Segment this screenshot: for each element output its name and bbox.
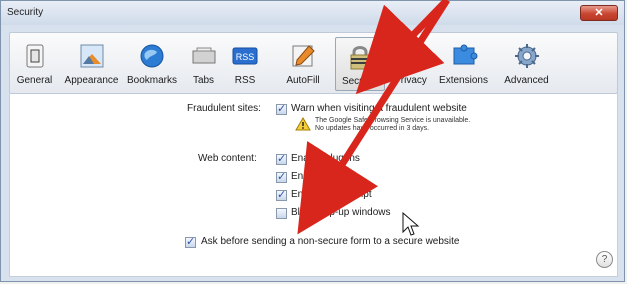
rss-icon: RSS: [232, 47, 258, 65]
block-popup-windows-checkbox[interactable]: [276, 208, 287, 219]
enable-javascript-label: Enable JavaScript: [291, 189, 372, 200]
toolbar-item-general[interactable]: General: [13, 37, 56, 91]
privacy-person-icon: [402, 45, 419, 66]
toolbar-item-autofill[interactable]: AutoFill: [278, 37, 328, 91]
ask-before-sending-checkbox[interactable]: [185, 235, 196, 248]
fraudulent-sites-label: Fraudulent sites:: [187, 103, 261, 114]
enable-java-checkbox[interactable]: [276, 170, 287, 183]
toolbar-item-rss[interactable]: RSS RSS: [228, 37, 262, 91]
gear-icon: [514, 44, 539, 68]
general-switch-icon: [26, 44, 43, 68]
enable-plugins-checkbox[interactable]: [276, 152, 287, 165]
toolbar-item-appearance[interactable]: Appearance: [63, 37, 120, 91]
rss-badge-text: RSS: [236, 52, 255, 62]
block-popup-windows-label: Block pop-up windows: [291, 207, 391, 218]
enable-plugins-label: Enable plug-ins: [291, 153, 360, 164]
toolbar-label-appearance: Appearance: [64, 75, 119, 86]
toolbar-label-tabs: Tabs: [192, 75, 215, 86]
fraudulent-website-checkbox[interactable]: [276, 102, 287, 115]
warning-icon: [295, 117, 311, 131]
toolbar-label-autofill: AutoFill: [286, 75, 320, 86]
toolbar-item-tabs[interactable]: Tabs: [186, 37, 221, 91]
toolbar-label-extensions: Extensions: [439, 75, 488, 86]
security-preferences-window: Security ✕ General Appearance Bookmarks …: [0, 0, 625, 282]
extensions-puzzle-icon: [453, 44, 477, 65]
appearance-icon: [80, 44, 103, 68]
enable-javascript-checkbox[interactable]: [276, 188, 287, 201]
toolbar-item-security[interactable]: Security: [335, 37, 385, 91]
toolbar-label-general: General: [16, 75, 53, 86]
toolbar-label-rss: RSS: [234, 75, 256, 86]
ask-before-sending-label: Ask before sending a non-secure form to …: [201, 236, 460, 247]
toolbar-label-bookmarks: Bookmarks: [127, 75, 178, 86]
security-pane: Fraudulent sites: Warn when visiting a f…: [9, 94, 618, 277]
toolbar-label-security: Security: [341, 76, 379, 87]
safe-browsing-warning-line-2: No updates have occurred in 3 days.: [315, 125, 430, 132]
window-title: Security: [7, 7, 44, 18]
lock-icon: [350, 46, 370, 70]
globe-icon: [140, 44, 164, 68]
toolbar-item-privacy[interactable]: Privacy: [389, 37, 432, 91]
toolbar-item-bookmarks[interactable]: Bookmarks: [127, 37, 177, 91]
fraudulent-website-option-label: Warn when visiting a fraudulent website: [291, 103, 467, 114]
mouse-pointer-icon: [402, 212, 420, 236]
autofill-pencil-icon: [292, 45, 315, 67]
close-button[interactable]: ✕: [580, 5, 618, 21]
help-button[interactable]: ?: [596, 251, 613, 268]
toolbar-label-privacy: Privacy: [394, 75, 427, 86]
close-icon: ✕: [594, 7, 604, 19]
safe-browsing-warning-line-1: The Google Safe Browsing Service is unav…: [315, 117, 471, 124]
title-bar: Security ✕: [1, 1, 624, 25]
toolbar-item-advanced[interactable]: Advanced: [499, 37, 554, 91]
enable-java-label: Enable Java: [291, 171, 347, 182]
toolbar-item-extensions[interactable]: Extensions: [435, 37, 492, 91]
web-content-label: Web content:: [198, 153, 257, 164]
tabs-icon: [192, 47, 215, 64]
preferences-toolbar: General Appearance Bookmarks Tabs RSS RS…: [9, 32, 618, 94]
toolbar-label-advanced: Advanced: [504, 75, 549, 86]
